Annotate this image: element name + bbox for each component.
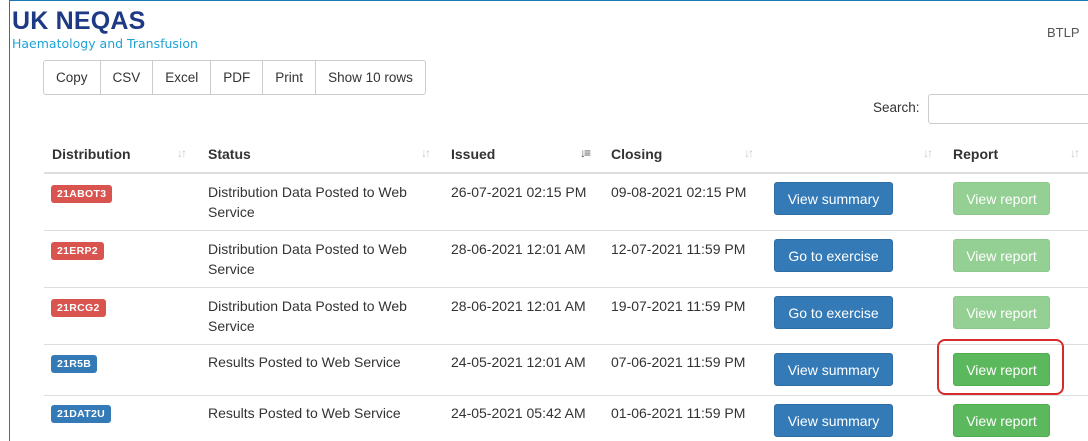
go-to-exercise-button[interactable]: Go to exercise — [774, 296, 893, 329]
pdf-button[interactable]: PDF — [211, 61, 264, 94]
view-report-button[interactable]: View report — [953, 296, 1050, 329]
closing-date: 07-06-2021 11:59 PM — [611, 354, 746, 370]
view-summary-button[interactable]: View summary — [774, 404, 893, 437]
distribution-badge[interactable]: 21R5B — [51, 355, 98, 373]
issued-date: 24-05-2021 05:42 AM — [451, 405, 586, 421]
sort-icon[interactable]: ↓↑ — [177, 146, 187, 160]
csv-button[interactable]: CSV — [101, 61, 154, 94]
brand-subtitle: Haematology and Transfusion — [12, 36, 198, 51]
user-name[interactable]: BTLP — [1047, 25, 1080, 40]
closing-date: 01-06-2021 11:59 PM — [611, 405, 746, 421]
column-header-closing[interactable]: Closing — [611, 146, 662, 162]
issued-date: 28-06-2021 12:01 AM — [451, 298, 586, 314]
distribution-badge[interactable]: 21ERP2 — [51, 242, 104, 260]
status-text: Distribution Data Posted to Web Service — [208, 241, 407, 277]
sort-descending-icon[interactable]: ↓≡ — [580, 146, 591, 160]
distribution-badge[interactable]: 21ABOT3 — [51, 185, 113, 203]
view-summary-button[interactable]: View summary — [774, 353, 893, 386]
status-text: Distribution Data Posted to Web Service — [208, 184, 407, 220]
closing-date: 09-08-2021 02:15 PM — [611, 184, 747, 200]
view-summary-button[interactable]: View summary — [774, 182, 893, 215]
search-input[interactable] — [928, 94, 1088, 124]
status-text: Distribution Data Posted to Web Service — [208, 298, 407, 334]
excel-button[interactable]: Excel — [153, 61, 212, 94]
column-header-status[interactable]: Status — [208, 146, 251, 162]
issued-date: 24-05-2021 12:01 AM — [451, 354, 586, 370]
column-header-issued[interactable]: Issued — [451, 146, 495, 162]
copy-button[interactable]: Copy — [44, 61, 101, 94]
sort-icon[interactable]: ↓↑ — [923, 146, 933, 160]
column-header-report[interactable]: Report — [953, 146, 998, 162]
table-row: 21DAT2U Results Posted to Web Service 24… — [44, 396, 1088, 441]
view-report-button[interactable]: View report — [953, 182, 1050, 215]
status-text: Results Posted to Web Service — [208, 405, 401, 421]
highlight-box — [937, 339, 1064, 395]
brand-logo: UK NEQAS Haematology and Transfusion — [12, 7, 198, 52]
issued-date: 28-06-2021 12:01 AM — [451, 241, 586, 257]
table-row: 21ERP2 Distribution Data Posted to Web S… — [44, 231, 1088, 287]
closing-date: 19-07-2021 11:59 PM — [611, 298, 746, 314]
go-to-exercise-button[interactable]: Go to exercise — [774, 239, 893, 272]
distribution-badge[interactable]: 21DAT2U — [51, 405, 112, 423]
search-label: Search: — [873, 100, 920, 115]
show-rows-button[interactable]: Show 10 rows — [316, 61, 425, 94]
sort-icon[interactable]: ↓↑ — [744, 146, 754, 160]
table-row: 21ABOT3 Distribution Data Posted to Web … — [44, 174, 1088, 230]
view-report-button[interactable]: View report — [953, 404, 1050, 437]
view-report-button[interactable]: View report — [953, 239, 1050, 272]
closing-date: 12-07-2021 11:59 PM — [611, 241, 746, 257]
column-header-distribution[interactable]: Distribution — [52, 146, 131, 162]
sort-icon[interactable]: ↓↑ — [1070, 146, 1080, 160]
issued-date: 26-07-2021 02:15 PM — [451, 184, 587, 200]
table-row: 21RCG2 Distribution Data Posted to Web S… — [44, 288, 1088, 344]
sort-icon[interactable]: ↓↑ — [421, 146, 431, 160]
frame-border-top — [9, 0, 1088, 1]
distribution-badge[interactable]: 21RCG2 — [51, 299, 106, 317]
brand-title: UK NEQAS — [12, 7, 146, 35]
status-text: Results Posted to Web Service — [208, 354, 401, 370]
table-row: 21R5B Results Posted to Web Service 24-0… — [44, 345, 1088, 395]
export-button-group: Copy CSV Excel PDF Print Show 10 rows — [43, 60, 426, 95]
print-button[interactable]: Print — [263, 61, 317, 94]
frame-border-left — [9, 0, 10, 441]
